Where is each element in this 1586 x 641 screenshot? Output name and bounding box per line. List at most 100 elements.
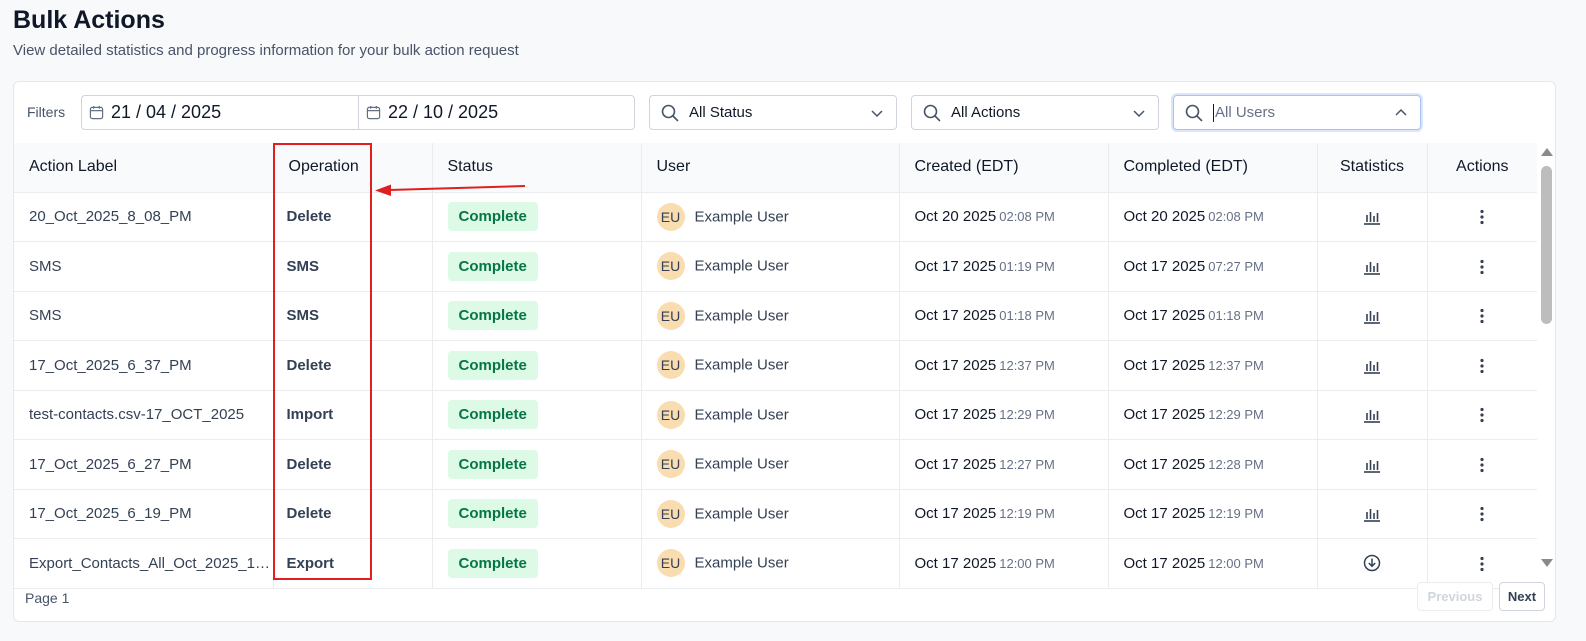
next-page-button[interactable]: Next [1499,582,1545,611]
action-label-cell: test-contacts.csv-17_OCT_2025 [14,390,274,440]
more-vertical-icon[interactable] [1479,259,1485,275]
avatar: EU [656,499,685,528]
actions-filter-value: All Actions [951,104,1021,121]
operation-column-highlight-box [273,143,372,580]
bar-chart-icon[interactable] [1363,358,1381,374]
status-cell: Complete [432,192,642,242]
user-name: Example User [694,257,789,275]
date-from-field[interactable]: 21 / 04 / 2025 [82,96,358,129]
created-date: Oct 17 2025 [914,554,997,572]
completed-cell: Oct 20 2025 02:08 PM [1108,192,1318,242]
statistics-cell [1317,489,1428,539]
created-time: 12:00 PM [999,555,1055,571]
column-header-action-label[interactable]: Action Label [14,143,274,193]
status-badge: Complete [447,202,538,232]
date-to-value: 22 / 10 / 2025 [388,102,499,122]
row-actions-cell [1427,291,1537,341]
table-row[interactable]: 17_Oct_2025_6_27_PM Delete Complete EU Examp… [14,439,1537,490]
bulk-actions-table: Action Label Operation Status User Creat… [14,143,1537,589]
download-icon[interactable] [1363,554,1381,572]
avatar: EU [656,450,685,479]
bar-chart-icon[interactable] [1363,259,1381,275]
statistics-cell [1317,241,1428,292]
completed-time: 12:28 PM [1208,456,1264,472]
status-badge: Complete [447,350,538,380]
completed-date: Oct 17 2025 [1123,307,1206,325]
status-badge: Complete [447,400,538,430]
action-label-cell: 20_Oct_2025_8_08_PM [14,192,274,242]
search-icon [923,104,941,121]
completed-cell: Oct 17 2025 12:00 PM [1108,538,1318,589]
action-label-cell: Export_Contacts_All_Oct_2025_12_00_PM [14,538,274,589]
search-icon [661,104,679,121]
scroll-up-arrow[interactable] [1541,148,1553,156]
previous-page-button[interactable]: Previous [1417,582,1493,611]
more-vertical-icon[interactable] [1479,457,1485,473]
created-cell: Oct 17 2025 12:19 PM [899,489,1109,539]
users-filter-placeholder: All Users [1215,104,1276,121]
more-vertical-icon[interactable] [1479,407,1485,423]
status-badge: Complete [447,548,538,578]
bar-chart-icon[interactable] [1363,209,1381,226]
status-cell: Complete [432,439,642,490]
bar-chart-icon[interactable] [1363,407,1381,424]
created-cell: Oct 17 2025 12:00 PM [899,538,1109,589]
completed-date: Oct 17 2025 [1123,554,1206,572]
action-label-cell: SMS [14,291,274,341]
table-row[interactable]: test-contacts.csv-17_OCT_2025 Import Compl… [14,390,1537,440]
more-vertical-icon[interactable] [1479,209,1485,225]
avatar: EU [656,351,685,380]
column-header-statistics: Statistics [1317,143,1428,193]
created-time: 12:29 PM [999,407,1055,423]
bar-chart-icon[interactable] [1363,506,1381,523]
chevron-up-icon [1395,108,1407,116]
bulk-actions-card: Filters 21 / 04 / 2025 22 / 10 / 2025 Al… [13,81,1556,622]
users-filter-select[interactable]: All Users [1173,95,1421,130]
user-name: Example User [694,208,789,226]
avatar: EU [656,202,685,231]
table-row[interactable]: 17_Oct_2025_6_37_PM Delete Complete EU Examp… [14,340,1537,391]
status-cell: Complete [432,489,642,539]
table-row[interactable]: 17_Oct_2025_6_19_PM Delete Complete EU Examp… [14,489,1537,539]
table-row[interactable]: SMS SMS Complete EU Example User Oct 17 2025 0… [14,241,1537,292]
user-name: Example User [694,307,789,325]
column-header-created[interactable]: Created (EDT) [899,143,1109,193]
table-row[interactable]: 20_Oct_2025_8_08_PM Delete Complete EU Examp… [14,192,1537,242]
completed-time: 12:29 PM [1208,407,1264,423]
table-row[interactable]: SMS SMS Complete EU Example User Oct 17 2025 0… [14,291,1537,341]
statistics-cell [1317,192,1428,242]
actions-filter-select[interactable]: All Actions [911,95,1159,130]
date-range-picker[interactable]: 21 / 04 / 2025 22 / 10 / 2025 [81,95,635,130]
completed-date: Oct 17 2025 [1123,257,1206,275]
date-to-field[interactable]: 22 / 10 / 2025 [358,96,634,129]
completed-cell: Oct 17 2025 12:37 PM [1108,340,1318,391]
more-vertical-icon[interactable] [1479,358,1485,374]
more-vertical-icon[interactable] [1479,308,1485,324]
created-date: Oct 17 2025 [914,406,997,424]
scroll-down-arrow[interactable] [1541,559,1553,567]
created-cell: Oct 17 2025 12:37 PM [899,340,1109,391]
row-actions-cell [1427,439,1537,490]
column-header-user[interactable]: User [641,143,900,193]
status-filter-select[interactable]: All Status [649,95,897,130]
text-cursor [1213,103,1214,122]
more-vertical-icon[interactable] [1479,506,1485,522]
status-cell: Complete [432,241,642,292]
more-vertical-icon[interactable] [1479,556,1485,572]
bar-chart-icon[interactable] [1363,457,1381,473]
bar-chart-icon[interactable] [1363,308,1381,325]
created-time: 02:08 PM [999,209,1055,225]
page-title: Bulk Actions [13,6,165,34]
user-cell: EU Example User [641,291,900,341]
status-cell: Complete [432,291,642,341]
created-date: Oct 17 2025 [914,307,997,325]
column-header-completed[interactable]: Completed (EDT) [1108,143,1318,193]
vertical-scrollbar-thumb[interactable] [1541,166,1552,324]
action-label-cell: 17_Oct_2025_6_19_PM [14,489,274,539]
calendar-icon [89,105,104,120]
table-body: 20_Oct_2025_8_08_PM Delete Complete EU Examp… [14,192,1537,589]
created-date: Oct 17 2025 [914,505,997,523]
table-row[interactable]: Export_Contacts_All_Oct_2025_12_00_PMExp… [14,538,1537,589]
statistics-cell [1317,439,1428,490]
user-cell: EU Example User [641,390,900,440]
